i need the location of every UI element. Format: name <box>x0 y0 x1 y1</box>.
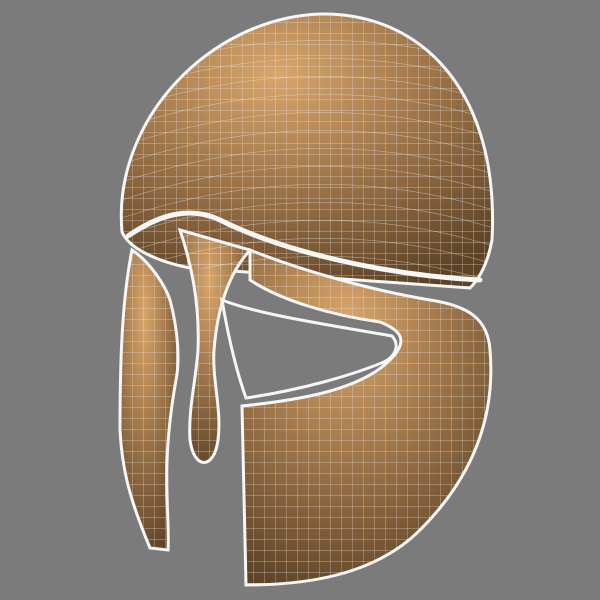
3d-viewport[interactable] <box>0 0 600 600</box>
helmet-wireframe-render <box>0 0 600 600</box>
